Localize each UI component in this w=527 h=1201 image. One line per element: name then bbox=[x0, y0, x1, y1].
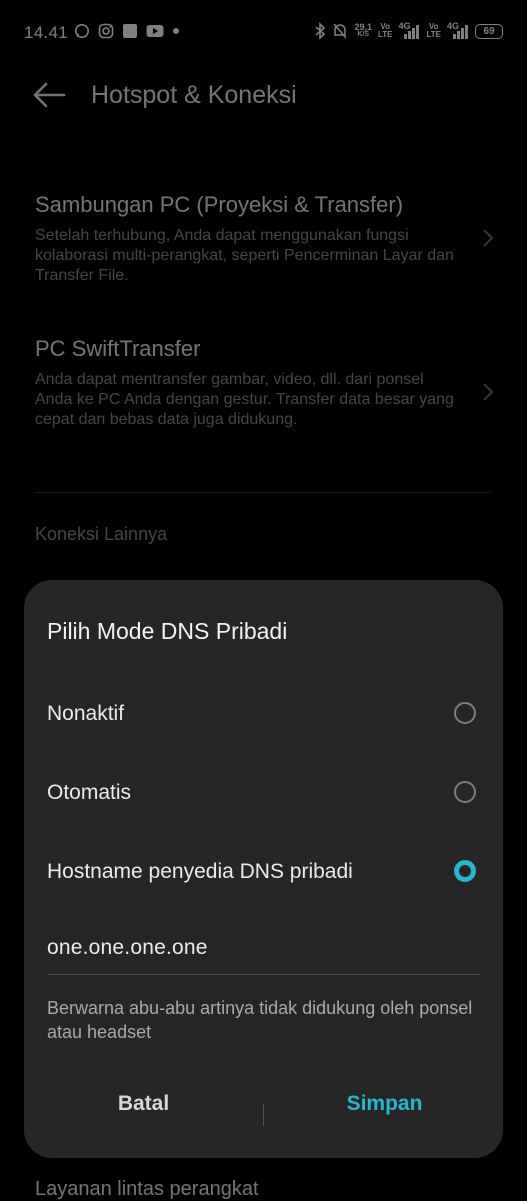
hostname-input[interactable]: one.one.one.one bbox=[47, 930, 480, 975]
help-text: Berwarna abu-abu artinya tidak didukung … bbox=[47, 998, 473, 1042]
option-label: Nonaktif bbox=[47, 702, 125, 725]
option-label: Hostname penyedia DNS pribadi bbox=[47, 860, 353, 883]
save-button[interactable]: Simpan bbox=[321, 1092, 448, 1136]
dialog-title: Pilih Mode DNS Pribadi bbox=[47, 618, 288, 644]
option-label: Otomatis bbox=[47, 781, 132, 804]
radio-button[interactable] bbox=[454, 702, 476, 724]
option-hostname[interactable]: Hostname penyedia DNS pribadi bbox=[24, 842, 503, 904]
cancel-button[interactable]: Batal bbox=[80, 1092, 207, 1136]
option-otomatis[interactable]: Otomatis bbox=[24, 763, 503, 825]
dns-mode-dialog: Pilih Mode DNS Pribadi Nonaktif Otomatis… bbox=[24, 580, 503, 1158]
radio-button-selected[interactable] bbox=[454, 860, 476, 882]
option-nonaktif[interactable]: Nonaktif bbox=[24, 684, 503, 746]
hostname-value: one.one.one.one bbox=[47, 936, 208, 959]
radio-button[interactable] bbox=[454, 781, 476, 803]
button-separator bbox=[263, 1104, 264, 1126]
